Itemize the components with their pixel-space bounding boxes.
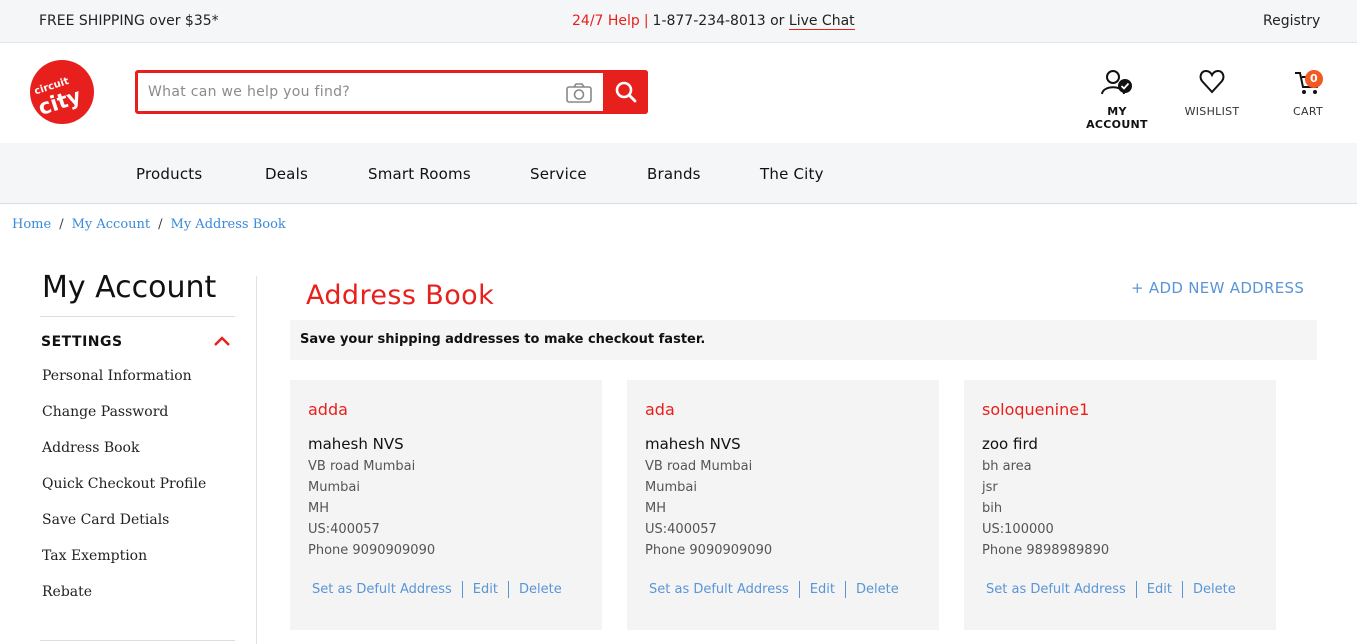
edit-address-link[interactable]: Edit <box>1147 582 1172 597</box>
address-line: VB road Mumbai <box>645 459 753 474</box>
set-default-address-link[interactable]: Set as Defult Address <box>312 582 452 597</box>
account-check-icon <box>1101 70 1132 95</box>
address-phone: Phone 9090909090 <box>308 543 436 558</box>
address-line: VB road Mumbai <box>308 459 416 474</box>
address-card: ada mahesh NVS VB road Mumbai Mumbai MH … <box>627 380 939 630</box>
site-header: circuit city What can we help you find? … <box>0 43 1357 143</box>
settings-section-header[interactable]: SETTINGS <box>41 334 123 350</box>
address-city: Mumbai <box>645 480 697 495</box>
chevron-up-icon[interactable] <box>213 335 231 347</box>
sidebar-item-rebate[interactable]: Rebate <box>42 584 92 600</box>
help-label[interactable]: 24/7 Help <box>572 13 640 29</box>
search-input[interactable]: What can we help you find? <box>148 84 350 100</box>
set-default-address-link[interactable]: Set as Defult Address <box>986 582 1126 597</box>
address-phone: Phone 9090909090 <box>645 543 773 558</box>
cart-count-badge: 0 <box>1305 70 1323 88</box>
cart-label: CART <box>1293 105 1323 118</box>
sidebar-title: My Account <box>42 270 217 305</box>
address-zip: US:100000 <box>982 522 1054 537</box>
address-zip: US:400057 <box>645 522 717 537</box>
address-state: MH <box>308 501 329 516</box>
help-line: 24/7 Help | 1-877-234-8013 or Live Chat <box>572 13 855 30</box>
delete-address-link[interactable]: Delete <box>856 582 899 597</box>
address-nickname: soloquenine1 <box>982 400 1090 419</box>
address-phone: Phone 9898989890 <box>982 543 1110 558</box>
nav-service[interactable]: Service <box>530 165 587 183</box>
main-nav: Products Deals Smart Rooms Service Brand… <box>0 143 1357 204</box>
nav-deals[interactable]: Deals <box>265 165 308 183</box>
free-shipping-text: FREE SHIPPING over $35* <box>39 13 219 29</box>
nav-products[interactable]: Products <box>136 165 202 183</box>
address-nickname: ada <box>645 400 675 419</box>
breadcrumb-home[interactable]: Home <box>12 217 51 232</box>
delete-address-link[interactable]: Delete <box>1193 582 1236 597</box>
divider <box>507 581 509 598</box>
address-line: bh area <box>982 459 1032 474</box>
address-state: MH <box>645 501 666 516</box>
page-title: Address Book <box>306 280 495 311</box>
edit-address-link[interactable]: Edit <box>473 582 498 597</box>
sidebar-item-quick-checkout-profile[interactable]: Quick Checkout Profile <box>42 476 206 492</box>
sidebar-item-tax-exemption[interactable]: Tax Exemption <box>42 548 147 564</box>
nav-smart-rooms[interactable]: Smart Rooms <box>368 165 471 183</box>
breadcrumb-separator: / <box>158 217 163 232</box>
nav-brands[interactable]: Brands <box>647 165 701 183</box>
breadcrumb-address-book[interactable]: My Address Book <box>171 217 286 232</box>
address-actions: Set as Defult Address Edit Delete <box>649 581 899 598</box>
address-zip: US:400057 <box>308 522 380 537</box>
sidebar-item-address-book[interactable]: Address Book <box>42 440 139 456</box>
divider <box>461 581 463 598</box>
divider <box>798 581 800 598</box>
address-name: zoo fird <box>982 435 1038 453</box>
address-city: jsr <box>982 480 998 495</box>
my-account-button[interactable]: MY ACCOUNT <box>1075 68 1159 131</box>
divider <box>40 640 235 641</box>
address-name: mahesh NVS <box>308 435 404 453</box>
search-box: What can we help you find? <box>135 70 648 114</box>
search-button[interactable] <box>603 70 648 114</box>
divider <box>40 316 235 317</box>
breadcrumb-my-account[interactable]: My Account <box>72 217 151 232</box>
address-name: mahesh NVS <box>645 435 741 453</box>
set-default-address-link[interactable]: Set as Defult Address <box>649 582 789 597</box>
cart-button[interactable]: 0 CART <box>1283 68 1333 118</box>
heart-icon <box>1199 69 1225 94</box>
my-account-label: MY ACCOUNT <box>1086 105 1148 131</box>
sidebar-item-personal-information[interactable]: Personal Information <box>42 368 192 384</box>
camera-icon[interactable] <box>565 82 593 104</box>
nav-the-city[interactable]: The City <box>760 165 824 183</box>
help-separator: | <box>643 13 649 29</box>
sidebar-item-save-card-details[interactable]: Save Card Detials <box>42 512 169 528</box>
circuit-city-logo[interactable]: circuit city <box>29 59 95 125</box>
top-bar: FREE SHIPPING over $35* 24/7 Help | 1-877-… <box>0 0 1357 43</box>
phone-number: 1-877-234-8013 or <box>652 13 785 29</box>
divider <box>1181 581 1183 598</box>
address-card: soloquenine1 zoo fird bh area jsr bih US… <box>964 380 1276 630</box>
column-divider <box>256 276 257 644</box>
add-new-address-button[interactable]: + ADD NEW ADDRESS <box>1131 279 1304 297</box>
info-banner-text: Save your shipping addresses to make che… <box>300 332 706 347</box>
breadcrumb: Home / My Account / My Address Book <box>12 217 286 232</box>
address-nickname: adda <box>308 400 348 419</box>
wishlist-label: WISHLIST <box>1184 105 1240 118</box>
registry-link[interactable]: Registry <box>1263 13 1320 29</box>
address-actions: Set as Defult Address Edit Delete <box>312 581 562 598</box>
info-banner: Save your shipping addresses to make che… <box>290 320 1317 360</box>
address-state: bih <box>982 501 1003 516</box>
sidebar-item-change-password[interactable]: Change Password <box>42 404 168 420</box>
live-chat-link[interactable]: Live Chat <box>788 13 855 30</box>
edit-address-link[interactable]: Edit <box>810 582 835 597</box>
divider <box>844 581 846 598</box>
address-card: adda mahesh NVS VB road Mumbai Mumbai MH… <box>290 380 602 630</box>
address-actions: Set as Defult Address Edit Delete <box>986 581 1236 598</box>
divider <box>1135 581 1137 598</box>
wishlist-button[interactable]: WISHLIST <box>1180 68 1244 118</box>
search-icon <box>615 81 637 103</box>
delete-address-link[interactable]: Delete <box>519 582 562 597</box>
breadcrumb-separator: / <box>59 217 64 232</box>
address-city: Mumbai <box>308 480 360 495</box>
